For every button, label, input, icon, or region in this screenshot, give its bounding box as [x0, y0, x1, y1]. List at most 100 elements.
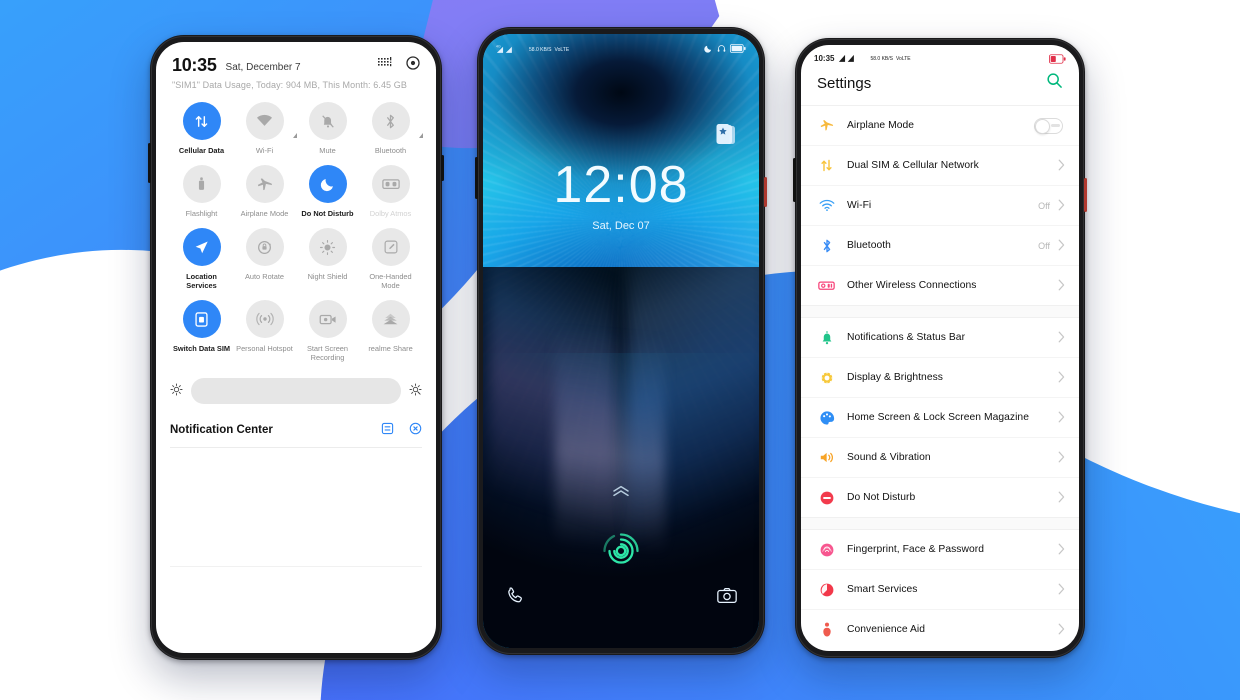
quick-tile-label: Night Shield [307, 272, 348, 281]
quick-tile-mute[interactable]: Mute [296, 102, 359, 155]
expand-corner-icon[interactable] [292, 133, 297, 138]
clear-all-icon[interactable] [409, 422, 422, 438]
chevron-right-icon [1058, 451, 1065, 465]
settings-status-bar: 10:35 58.0 KB/S VoLTE [801, 45, 1079, 67]
status-time: 10:35 [814, 54, 835, 63]
chevron-right-icon [1058, 543, 1065, 557]
volume-button[interactable] [475, 157, 478, 199]
settings-list: Airplane Mode Dual SIM & Cellular Network… [801, 106, 1079, 649]
data-arrows-icon [182, 102, 221, 140]
chevron-right-icon [1058, 583, 1065, 597]
sun-icon [308, 228, 347, 266]
quick-tile-auto-rotate[interactable]: Auto Rotate [233, 228, 296, 290]
settings-row-dual-sim-cellular-network[interactable]: Dual SIM & Cellular Network [801, 146, 1079, 186]
dolby-book-icon [371, 165, 410, 203]
hotspot-icon [245, 300, 284, 338]
settings-row-sound-vibration[interactable]: Sound & Vibration [801, 438, 1079, 478]
quick-tile-label: Cellular Data [178, 146, 225, 155]
quick-tile-do-not-disturb[interactable]: Do Not Disturb [296, 165, 359, 218]
brightness-slider-track[interactable] [191, 378, 401, 404]
quick-settings-tiles: Cellular Data Wi-Fi Mute Bluetooth Flashligh… [156, 92, 436, 362]
lock-screen-magazine-icon[interactable] [715, 123, 737, 152]
airplane-icon [245, 165, 284, 203]
apps-grid-icon[interactable] [378, 56, 392, 73]
quick-tile-flashlight[interactable]: Flashlight [170, 165, 233, 218]
data-usage-text: "SIM1" Data Usage, Today: 904 MB, This M… [172, 80, 407, 90]
settings-row-label: Sound & Vibration [847, 452, 931, 463]
settings-row-airplane-mode[interactable]: Airplane Mode [801, 106, 1079, 146]
settings-row-label: Smart Services [847, 584, 918, 595]
quick-tile-one-handed-mode[interactable]: One-Handed Mode [359, 228, 422, 290]
network-speed-label: 58.0 KB/S [870, 55, 893, 62]
quick-tile-airplane-mode[interactable]: Airplane Mode [233, 165, 296, 218]
settings-row-bluetooth[interactable]: Bluetooth Off [801, 226, 1079, 266]
airplane-mode-toggle[interactable] [1034, 117, 1063, 134]
lock-time: 12:08 [553, 156, 689, 214]
power-button[interactable] [764, 177, 767, 207]
quick-tile-start-screen-recording[interactable]: Start Screen Recording [296, 300, 359, 362]
power-button[interactable] [441, 155, 444, 181]
settings-row-wi-fi[interactable]: Wi-Fi Off [801, 186, 1079, 226]
expand-corner-icon[interactable] [418, 133, 423, 138]
settings-row-label: Fingerprint, Face & Password [847, 544, 985, 555]
settings-row-fingerprint-face-password[interactable]: Fingerprint, Face & Password [801, 530, 1079, 570]
quick-tile-night-shield[interactable]: Night Shield [296, 228, 359, 290]
quick-tile-label: Do Not Disturb [301, 209, 354, 218]
power-button[interactable] [1084, 178, 1087, 212]
volume-button[interactable] [793, 158, 796, 202]
search-icon[interactable] [1046, 72, 1063, 94]
quick-tile-location-services[interactable]: Location Services [170, 228, 233, 290]
chevron-right-icon [1058, 623, 1065, 637]
quick-tile-label: Bluetooth [374, 146, 407, 155]
chevron-up-icon[interactable] [483, 484, 759, 503]
settings-row-home-screen-lock-screen-magazine[interactable]: Home Screen & Lock Screen Magazine [801, 398, 1079, 438]
status-time: 10:35 [172, 55, 217, 75]
settings-row-display-brightness[interactable]: Display & Brightness [801, 358, 1079, 398]
lock-status-bar: 4G 58.0 KB/S VoLTE [483, 43, 759, 56]
quick-tile-realme-share[interactable]: realme Share [359, 300, 422, 362]
moon-icon [704, 44, 713, 55]
camera-icon[interactable] [716, 585, 738, 612]
quick-tile-label: Wi-Fi [255, 146, 274, 155]
wifi-icon [817, 199, 836, 212]
volume-button[interactable] [148, 143, 151, 183]
bell-icon [817, 330, 836, 346]
settings-row-do-not-disturb[interactable]: Do Not Disturb [801, 478, 1079, 517]
phone-icon[interactable] [504, 585, 526, 612]
lock-clock: 12:08 Sat, Dec 07 [483, 159, 759, 232]
battery-low-icon [1049, 53, 1066, 64]
settings-gear-icon[interactable] [406, 56, 420, 73]
settings-row-other-wireless-connections[interactable]: Other Wireless Connections [801, 266, 1079, 305]
quick-tile-cellular-data[interactable]: Cellular Data [170, 102, 233, 155]
quick-tile-bluetooth[interactable]: Bluetooth [359, 102, 423, 155]
settings-row-convenience-aid[interactable]: Convenience Aid [801, 610, 1079, 649]
svg-text:4G: 4G [496, 45, 501, 49]
volte-label: VoLTE [554, 46, 570, 53]
settings-row-label: Airplane Mode [847, 120, 915, 131]
quick-tile-dolby-atmos[interactable]: Dolby Atmos [359, 165, 422, 218]
battery-charging-icon [730, 44, 746, 55]
fingerprint-icon [817, 542, 836, 558]
quick-tile-switch-data-sim[interactable]: Switch Data SIM [170, 300, 233, 362]
fingerprint-scanner-icon[interactable] [597, 527, 645, 580]
quick-tile-personal-hotspot[interactable]: Personal Hotspot [233, 300, 296, 362]
settings-row-smart-services[interactable]: Smart Services [801, 570, 1079, 610]
bluetooth-icon [371, 102, 423, 140]
quick-tile-label: Auto Rotate [244, 272, 285, 281]
signal-bars-icon: 4G [496, 43, 526, 56]
settings-row-label: Dual SIM & Cellular Network [847, 160, 979, 171]
phone-lock-screen: 4G 58.0 KB/S VoLTE 12:08 Sat, Dec 07 [475, 27, 767, 655]
quick-tile-wi-fi[interactable]: Wi-Fi [233, 102, 297, 155]
notification-manage-icon[interactable] [381, 422, 394, 438]
settings-row-notifications-status-bar[interactable]: Notifications & Status Bar [801, 318, 1079, 358]
chevron-right-icon [1058, 199, 1065, 213]
quick-tile-label: Location Services [186, 272, 217, 290]
brightness-slider-row[interactable] [170, 378, 422, 404]
flashlight-icon [182, 165, 221, 203]
speaker-icon [817, 450, 836, 465]
quick-tile-label: Switch Data SIM [172, 344, 231, 353]
notification-center-header: Notification Center [170, 422, 422, 448]
poster-stage: 10:35 Sat, December 7 "SIM1" Data Usage,… [0, 0, 1240, 700]
settings-row-label: Wi-Fi [847, 200, 872, 211]
do-not-disturb-icon [817, 490, 836, 506]
